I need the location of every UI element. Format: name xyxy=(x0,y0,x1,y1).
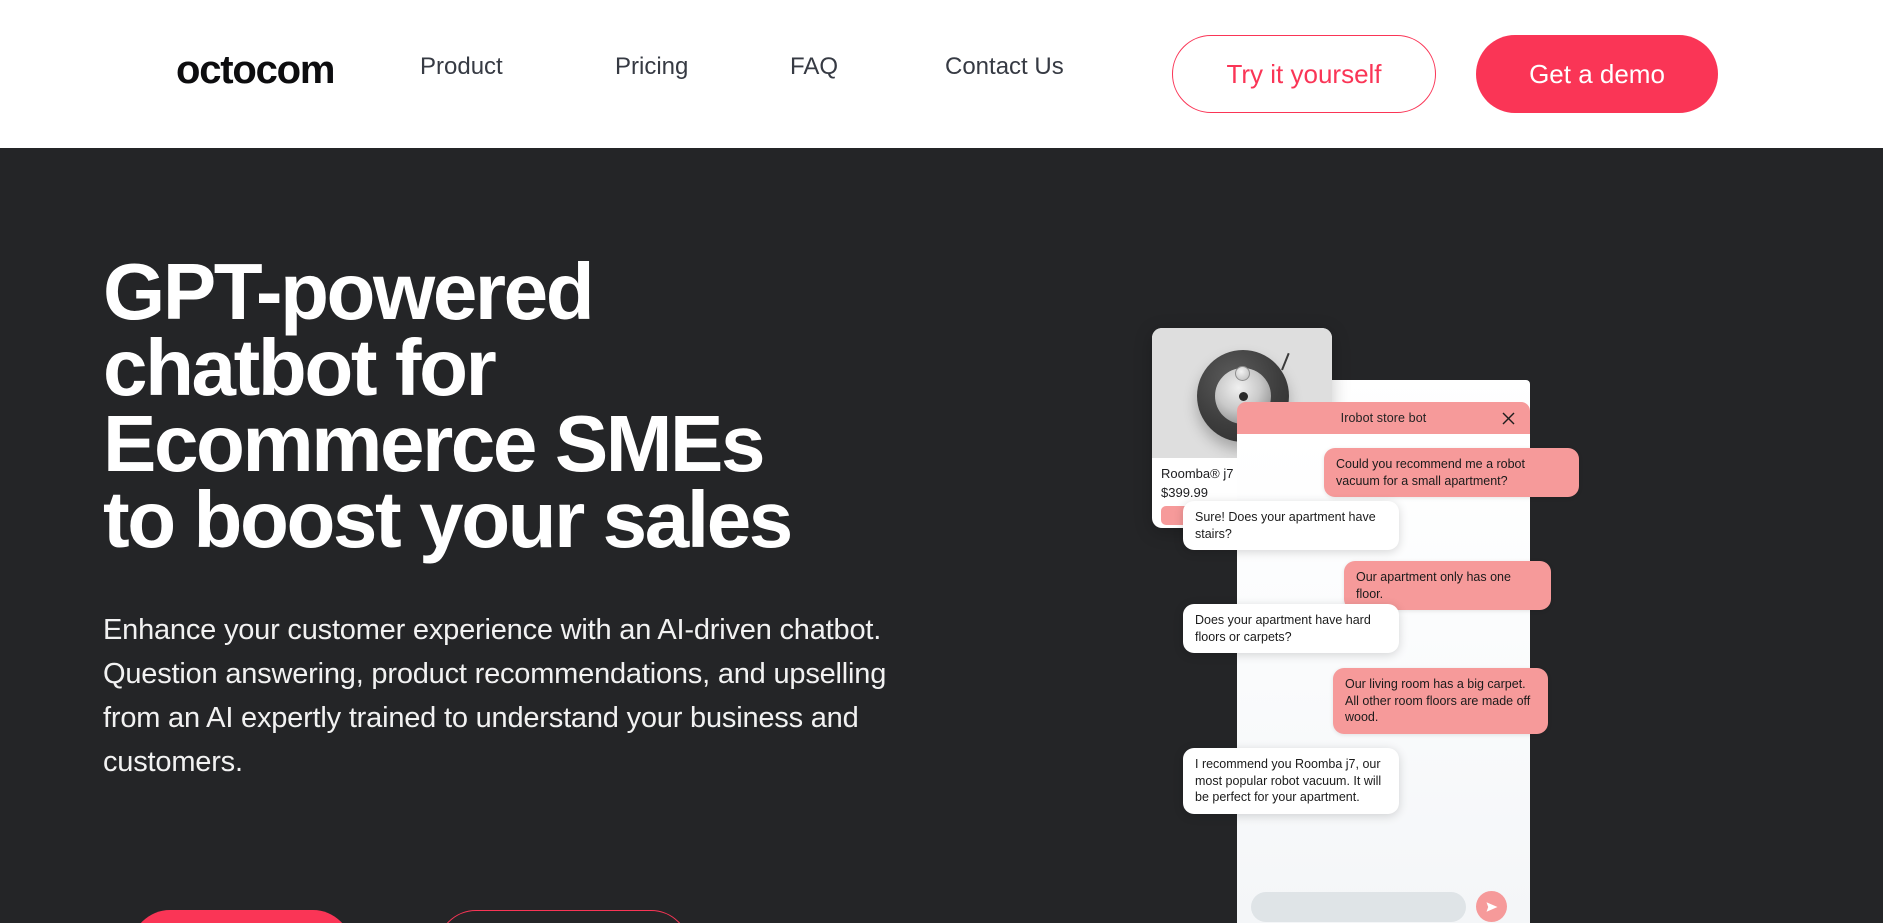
nav-link-pricing[interactable]: Pricing xyxy=(615,55,790,79)
site-header: octocom Product Pricing FAQ Contact Us T… xyxy=(0,0,1883,148)
hero-get-a-demo-button[interactable]: Get a demo xyxy=(131,910,352,923)
nav-link-product[interactable]: Product xyxy=(420,55,615,79)
chat-input[interactable] xyxy=(1251,891,1466,922)
brand-logo[interactable]: octocom xyxy=(176,50,335,90)
chat-header: Irobot store bot xyxy=(1237,402,1530,434)
page-title: GPT-powered chatbot for Ecommerce SMEs t… xyxy=(103,247,963,564)
main-navigation: Product Pricing FAQ Contact Us xyxy=(420,55,1125,79)
hero-try-it-yourself-button[interactable]: Try it yourself xyxy=(437,910,690,923)
chat-message-bot: Does your apartment have hard floors or … xyxy=(1183,604,1399,654)
hero-title-line-4: to boost your sales xyxy=(103,475,793,564)
chat-message-bot: Sure! Does your apartment have stairs? xyxy=(1183,501,1399,551)
chat-message-user: Our living room has a big carpet. All ot… xyxy=(1333,668,1548,734)
nav-link-faq[interactable]: FAQ xyxy=(790,55,945,79)
roomba-antenna xyxy=(1281,352,1290,371)
try-it-yourself-button[interactable]: Try it yourself xyxy=(1172,35,1436,113)
chat-title: Irobot store bot xyxy=(1340,411,1427,425)
close-icon[interactable] xyxy=(1500,410,1516,426)
chat-message-user: Our apartment only has one floor. xyxy=(1344,561,1551,611)
hero-section: GPT-powered chatbot for Ecommerce SMEs t… xyxy=(0,148,1883,923)
chat-input-row xyxy=(1251,890,1516,923)
roomba-sensor-dot xyxy=(1235,366,1250,381)
hero-title-line-2: chatbot for xyxy=(103,323,497,412)
chat-message-bot: I recommend you Roomba j7, our most popu… xyxy=(1183,748,1399,814)
nav-link-contact-us[interactable]: Contact Us xyxy=(945,55,1125,79)
get-a-demo-button[interactable]: Get a demo xyxy=(1476,35,1718,113)
hero-copy: GPT-powered chatbot for Ecommerce SMEs t… xyxy=(103,247,963,784)
chat-message-user: Could you recommend me a robot vacuum fo… xyxy=(1324,448,1579,498)
chat-message-list: Could you recommend me a robot vacuum fo… xyxy=(1183,434,1579,923)
hero-title-line-1: GPT-powered xyxy=(103,247,595,336)
hero-title-line-3: Ecommerce SMEs xyxy=(103,399,765,488)
chat-widget: Irobot store bot Could you recommend me … xyxy=(1183,402,1579,923)
send-icon[interactable] xyxy=(1476,891,1507,922)
hero-subtitle: Enhance your customer experience with an… xyxy=(103,614,887,779)
hero-cta-group: Get a demo Try it yourself xyxy=(131,910,690,923)
header-actions: Try it yourself Get a demo xyxy=(1172,35,1718,113)
